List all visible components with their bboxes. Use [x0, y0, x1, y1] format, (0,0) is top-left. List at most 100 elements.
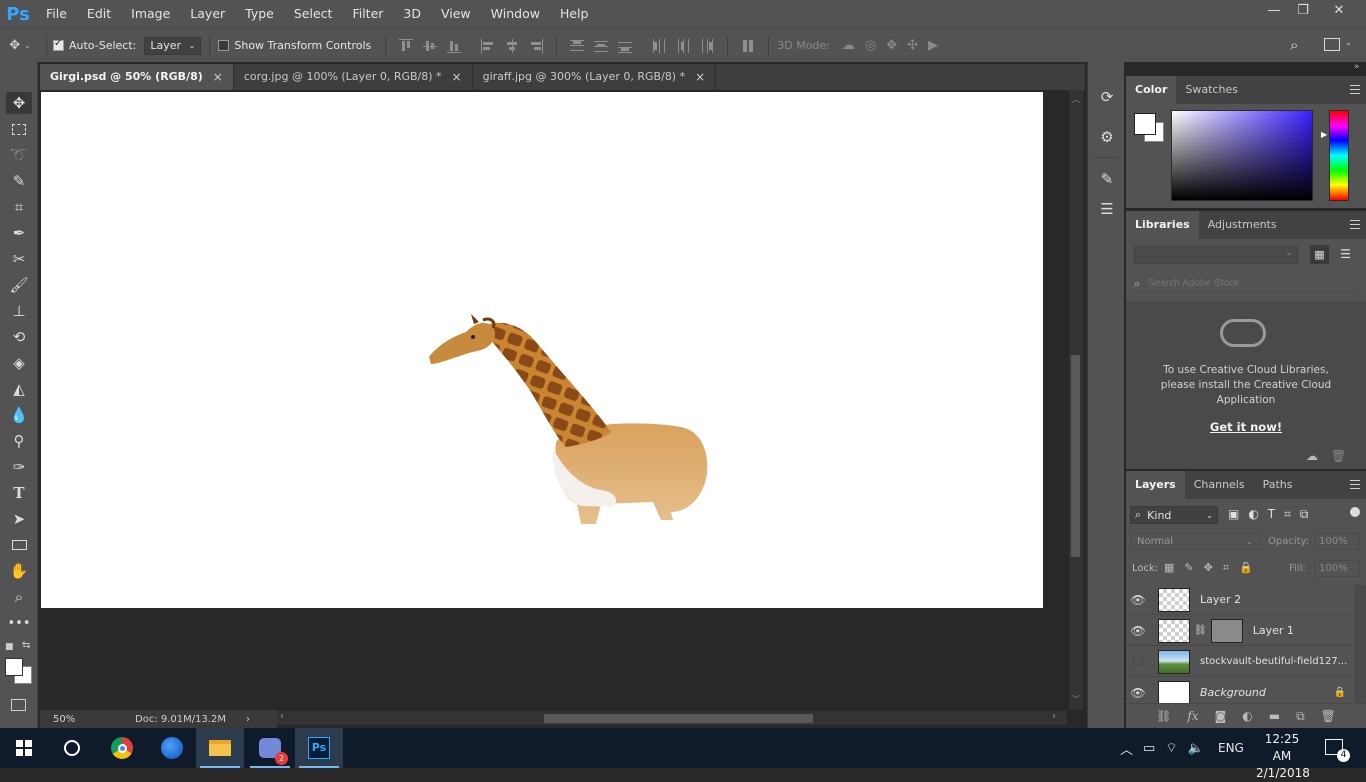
- list-view-icon[interactable]: ☰: [1336, 245, 1355, 264]
- blur-tool-icon[interactable]: 💧: [6, 404, 32, 426]
- vertical-scrollbar[interactable]: ︿ ﹀: [1069, 90, 1083, 710]
- lock-icons[interactable]: ▦✎✥⌗🔒: [1164, 561, 1263, 575]
- chevron-down-icon[interactable]: ⌄: [1345, 38, 1352, 47]
- align-top-icon[interactable]: [399, 38, 414, 53]
- distribute-right-icon[interactable]: [700, 38, 714, 53]
- fx-icon[interactable]: fx: [1187, 709, 1198, 723]
- scroll-left-icon[interactable]: ‹: [280, 711, 284, 722]
- new-layer-icon[interactable]: ⧉: [1296, 709, 1305, 724]
- menu-select[interactable]: Select: [284, 0, 343, 28]
- paint-bucket-tool-icon[interactable]: ◭: [6, 378, 32, 400]
- scroll-down-icon[interactable]: ﹀: [1072, 694, 1080, 705]
- file-explorer-taskbar-icon[interactable]: [196, 728, 244, 768]
- menu-edit[interactable]: Edit: [77, 0, 121, 28]
- brush-tool-icon[interactable]: 🖌: [6, 274, 32, 296]
- move-tool-icon[interactable]: ✥: [6, 92, 32, 114]
- trash-icon[interactable]: 🗑: [1331, 449, 1346, 463]
- scroll-thumb[interactable]: [544, 714, 813, 723]
- auto-select-dropdown[interactable]: Layer ⌄: [144, 36, 202, 55]
- close-icon[interactable]: ×: [452, 64, 462, 90]
- history-icon[interactable]: ⟳: [1096, 86, 1118, 108]
- auto-align-icon[interactable]: [741, 39, 755, 53]
- search-icon[interactable]: ⌕: [1290, 36, 1298, 54]
- scroll-up-icon[interactable]: ︿: [1072, 94, 1080, 105]
- pen-tool-icon[interactable]: ✑: [6, 456, 32, 478]
- panel-menu-icon[interactable]: [1350, 85, 1360, 94]
- quick-mask-icon[interactable]: [11, 699, 26, 711]
- library-dropdown[interactable]: ⌄: [1134, 246, 1298, 264]
- panel-menu-icon[interactable]: [1350, 220, 1360, 229]
- discord-taskbar-icon[interactable]: 2: [246, 728, 294, 768]
- hue-marker-icon[interactable]: ▶: [1321, 130, 1327, 139]
- swap-colors-icon[interactable]: ⇆: [22, 640, 30, 651]
- language-indicator[interactable]: ENG: [1218, 728, 1244, 768]
- tab-girgi[interactable]: Girgi.psd @ 50% (RGB/8) ×: [40, 64, 234, 90]
- fill-input[interactable]: 100%: [1314, 560, 1360, 577]
- distribute-bottom-icon[interactable]: [618, 39, 633, 53]
- volume-icon[interactable]: 🔈: [1188, 741, 1204, 756]
- system-clock[interactable]: 12:25 AM 2/1/2018: [1256, 731, 1310, 782]
- menu-view[interactable]: View: [431, 0, 481, 28]
- get-it-now-link[interactable]: Get it now!: [1126, 420, 1366, 434]
- tab-adjustments[interactable]: Adjustments: [1199, 211, 1286, 239]
- type-tool-icon[interactable]: T: [6, 482, 32, 504]
- workspace-icon[interactable]: [1324, 38, 1340, 51]
- 3d-mode-icons[interactable]: ☁◎✥✣▶: [842, 38, 948, 53]
- default-colors-icon[interactable]: ■: [5, 642, 14, 652]
- battery-icon[interactable]: ▭: [1143, 741, 1155, 756]
- stamp-tool-icon[interactable]: ⊥: [6, 300, 32, 322]
- cortana-button[interactable]: [48, 728, 96, 768]
- close-button[interactable]: ✕: [1324, 0, 1354, 22]
- close-icon[interactable]: ×: [695, 64, 705, 90]
- history-brush-tool-icon[interactable]: ⟲: [6, 326, 32, 348]
- status-menu-icon[interactable]: ›: [246, 714, 250, 725]
- distribute-vcenter-icon[interactable]: [594, 39, 609, 53]
- document-canvas[interactable]: [41, 92, 1043, 608]
- menu-image[interactable]: Image: [121, 0, 180, 28]
- more-tools-icon[interactable]: •••: [6, 612, 32, 634]
- foreground-color-swatch[interactable]: [1134, 113, 1156, 135]
- eraser-tool-icon[interactable]: ◈: [6, 352, 32, 374]
- distribute-left-icon[interactable]: [652, 38, 666, 53]
- menu-3d[interactable]: 3D: [393, 0, 431, 28]
- sync-icon[interactable]: ☁: [1306, 449, 1318, 463]
- visibility-toggle[interactable]: [1126, 655, 1150, 669]
- hue-slider[interactable]: [1329, 110, 1349, 201]
- show-transform-checkbox[interactable]: [218, 40, 230, 51]
- foreground-color-swatch[interactable]: [5, 658, 23, 676]
- tab-paths[interactable]: Paths: [1254, 471, 1302, 499]
- zoom-tool-icon[interactable]: ⌕: [6, 586, 32, 608]
- new-group-icon[interactable]: ▬: [1269, 709, 1280, 723]
- distribute-hcenter-icon[interactable]: [676, 38, 690, 53]
- rectangle-tool-icon[interactable]: [6, 534, 32, 556]
- collapse-panels-icon[interactable]: »: [1354, 62, 1360, 72]
- layers-scrollbar[interactable]: [1354, 585, 1366, 703]
- layer-mask-thumbnail[interactable]: [1210, 618, 1243, 643]
- photoshop-taskbar-icon[interactable]: Ps: [295, 728, 343, 768]
- action-center-icon[interactable]: 4: [1325, 739, 1350, 762]
- auto-select-checkbox[interactable]: [53, 38, 64, 51]
- chevron-up-icon[interactable]: ︿: [1120, 739, 1133, 758]
- filter-toggle-icon[interactable]: [1350, 507, 1360, 517]
- eyedropper-tool-icon[interactable]: ✒: [6, 222, 32, 244]
- healing-tool-icon[interactable]: ✂: [6, 248, 32, 270]
- chrome-taskbar-icon[interactable]: [98, 728, 146, 768]
- dodge-tool-icon[interactable]: ⚲: [6, 430, 32, 452]
- hand-tool-icon[interactable]: ✋: [6, 560, 32, 582]
- zoom-level[interactable]: 50%: [53, 714, 123, 725]
- align-vcenter-icon[interactable]: [423, 39, 438, 53]
- panel-menu-icon[interactable]: [1350, 480, 1360, 489]
- menu-layer[interactable]: Layer: [180, 0, 235, 28]
- color-picker-field[interactable]: [1171, 110, 1313, 201]
- move-tool-preset[interactable]: ✥ ⌄: [0, 38, 40, 53]
- opacity-input[interactable]: 100%: [1314, 533, 1360, 550]
- tab-corg[interactable]: corg.jpg @ 100% (Layer 0, RGB/8) * ×: [234, 64, 473, 90]
- minimize-button[interactable]: —: [1259, 0, 1289, 22]
- layer-filter-icons[interactable]: ▣◐T⌗⧉: [1228, 507, 1317, 522]
- properties-icon[interactable]: ⚙: [1096, 126, 1118, 148]
- grid-view-icon[interactable]: ▦: [1310, 245, 1329, 264]
- layer-row-stockvault[interactable]: stockvault-beutiful-field127...: [1126, 647, 1352, 677]
- tab-swatches[interactable]: Swatches: [1176, 76, 1247, 104]
- crop-tool-icon[interactable]: ⌗: [6, 196, 32, 218]
- system-tray[interactable]: ︿ ▭ ⌔ 🔈: [1120, 728, 1204, 768]
